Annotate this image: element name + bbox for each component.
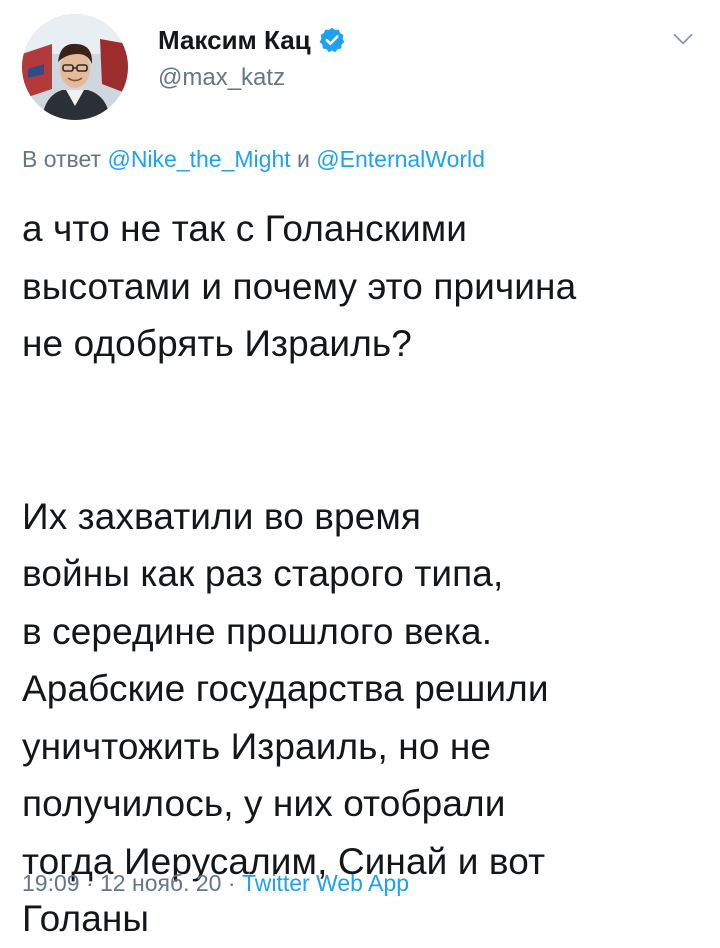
tweet: Максим Кац @max_katz В ответ @Nike_the_M… [0, 0, 720, 939]
tweet-text: а что не так с Голанскими высотами и поч… [22, 200, 712, 948]
verified-badge-icon [319, 27, 344, 53]
meta-separator: · [85, 870, 94, 896]
reply-conjunction: и [297, 146, 310, 172]
tweet-text-line: высотами и почему это причина [22, 265, 577, 307]
tweet-text-line: не одобрять Израиль? [22, 323, 412, 364]
tweet-text-line: в середине прошлого века. [22, 610, 493, 652]
author-handle[interactable]: @max_katz [158, 64, 346, 92]
avatar[interactable] [22, 14, 128, 120]
tweet-header: Максим Кац @max_katz [158, 22, 346, 92]
reply-context: В ответ @Nike_the_Might и @EnternalWorld [22, 146, 485, 173]
chevron-down-icon[interactable] [670, 26, 696, 52]
tweet-text-line: войны как раз старого типа, [22, 553, 504, 594]
reply-prefix: В ответ [22, 146, 102, 172]
name-row: Максим Кац [158, 22, 346, 58]
tweet-text-line: уничтожить Израиль, но не [22, 725, 492, 767]
tweet-metadata: 19:09 · 12 нояб. 20 · Twitter Web App [22, 870, 409, 897]
tweet-text-line: получилось, у них отобрали [22, 783, 506, 824]
tweet-text-line: Голаны [22, 898, 150, 939]
author-display-name[interactable]: Максим Кац [158, 25, 311, 56]
meta-separator: · [227, 870, 236, 896]
tweet-text-line: Их захватили во время [22, 495, 422, 537]
avatar-photo-icon [22, 14, 128, 120]
tweet-time[interactable]: 19:09 [22, 870, 80, 896]
tweet-date[interactable]: 12 нояб. 20 [100, 870, 221, 896]
tweet-source-link[interactable]: Twitter Web App [242, 870, 409, 896]
tweet-text-line: Арабские государства решили [22, 668, 549, 709]
reply-mention-link[interactable]: @EnternalWorld [316, 146, 485, 172]
tweet-text-line: а что не так с Голанскими [22, 208, 468, 249]
reply-mention-link[interactable]: @Nike_the_Might [107, 146, 290, 172]
